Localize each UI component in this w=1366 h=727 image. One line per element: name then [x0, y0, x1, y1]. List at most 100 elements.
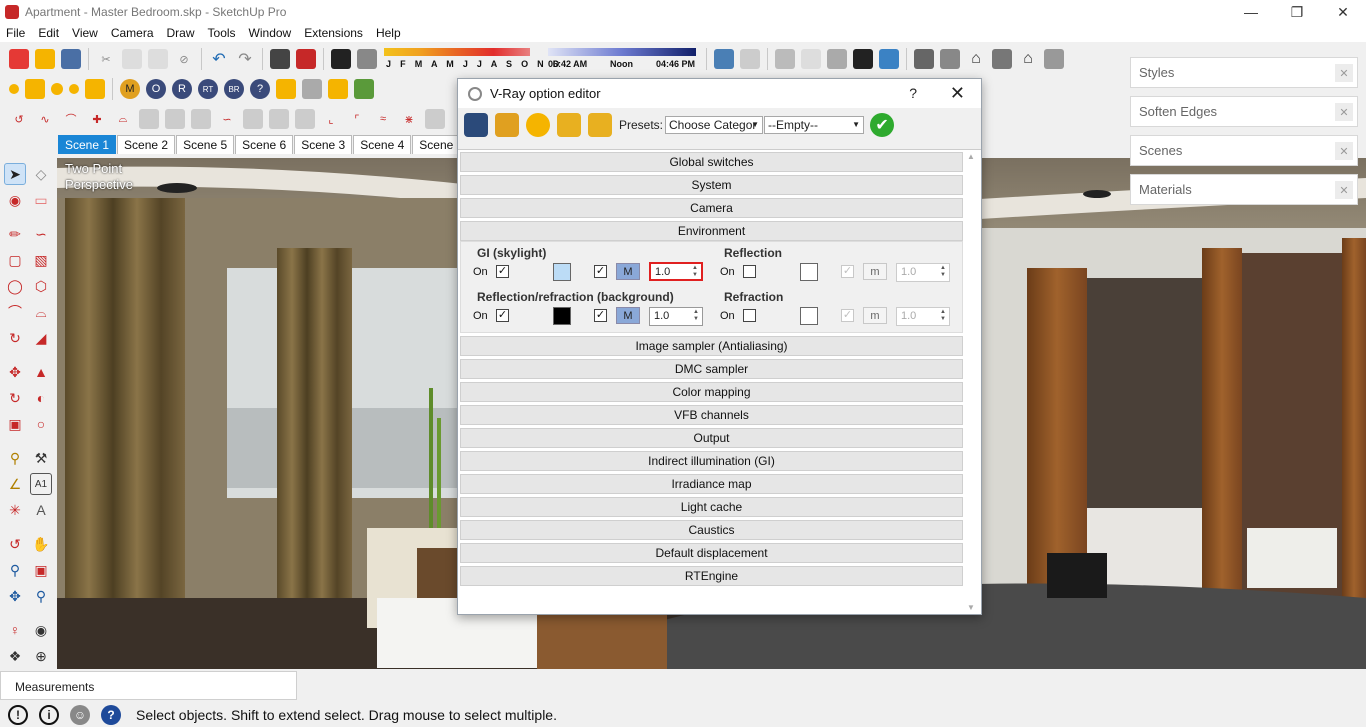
- section-color-mapping[interactable]: Color mapping: [460, 382, 963, 402]
- tab-scene-6[interactable]: Scene 6: [235, 135, 294, 154]
- catenary-icon[interactable]: ⋇: [399, 109, 419, 129]
- fog-icon[interactable]: [357, 49, 377, 69]
- arc-3-icon[interactable]: ↻: [4, 327, 26, 349]
- extension-icon[interactable]: [1044, 49, 1064, 69]
- section-output[interactable]: Output: [460, 428, 963, 448]
- time-slider[interactable]: 06:42 AM Noon 04:46 PM: [548, 46, 698, 72]
- scroll-up-icon[interactable]: ▲: [967, 152, 975, 161]
- section-light-cache[interactable]: Light cache: [460, 497, 963, 517]
- reset-options-icon[interactable]: [526, 113, 550, 137]
- panel-soften-edges[interactable]: Soften Edges ✕: [1130, 96, 1358, 127]
- textured-icon[interactable]: [879, 49, 899, 69]
- panel-styles-close-icon[interactable]: ✕: [1335, 64, 1353, 82]
- text-tool-icon[interactable]: A1: [30, 473, 52, 495]
- panel-materials-close-icon[interactable]: ✕: [1335, 181, 1353, 199]
- vray-light-icon[interactable]: [9, 84, 19, 94]
- gi-map-button[interactable]: M: [616, 263, 640, 280]
- section-caustics[interactable]: Caustics: [460, 520, 963, 540]
- wireframe-icon[interactable]: [801, 49, 821, 69]
- section-camera[interactable]: Camera: [460, 198, 963, 218]
- tube-icon[interactable]: [295, 109, 315, 129]
- gi-map-checkbox[interactable]: ✓: [594, 265, 607, 278]
- rotate-icon[interactable]: ↻: [4, 387, 26, 409]
- eraser-icon[interactable]: ▭: [30, 189, 52, 211]
- fillet-icon[interactable]: ⌓: [113, 109, 133, 129]
- section-vfb-channels[interactable]: VFB channels: [460, 405, 963, 425]
- tab-scene-4[interactable]: Scene 4: [353, 135, 412, 154]
- section-global-switches[interactable]: Global switches: [460, 152, 963, 172]
- preset-select[interactable]: --Empty-- ▼: [764, 116, 865, 134]
- panel-materials[interactable]: Materials ✕: [1130, 174, 1358, 205]
- vray-spot-icon[interactable]: [25, 79, 45, 99]
- section-image-sampler[interactable]: Image sampler (Antialiasing): [460, 336, 963, 356]
- 3d-text-icon[interactable]: A: [30, 499, 52, 521]
- circle-icon[interactable]: ◯: [4, 275, 26, 297]
- menu-extensions[interactable]: Extensions: [304, 26, 363, 40]
- dialog-title-bar[interactable]: V-Ray option editor ? ✕: [458, 79, 981, 108]
- weld-icon[interactable]: ∽: [217, 109, 237, 129]
- dimension-icon[interactable]: ⚒: [30, 447, 52, 469]
- zoom-icon[interactable]: ⚲: [4, 559, 26, 581]
- tab-scene-3[interactable]: Scene 3: [294, 135, 353, 154]
- panel-soften-edges-close-icon[interactable]: ✕: [1335, 103, 1353, 121]
- solid-icon[interactable]: [269, 109, 289, 129]
- shadow-toggle-icon[interactable]: [331, 49, 351, 69]
- scroll-down-icon[interactable]: ▼: [967, 603, 975, 612]
- close-window-button[interactable]: ✕: [1320, 0, 1366, 24]
- menu-edit[interactable]: Edit: [38, 26, 59, 40]
- reflrefr-intensity-spinner[interactable]: 1.0 ▲ ▼: [649, 307, 703, 326]
- select-tool-icon[interactable]: ➤: [4, 163, 26, 185]
- menu-tools[interactable]: Tools: [208, 26, 236, 40]
- push-pull-icon[interactable]: [165, 109, 185, 129]
- gi-intensity-spinner[interactable]: 1.0 ▲ ▼: [649, 262, 703, 281]
- minimize-button[interactable]: —: [1228, 0, 1274, 24]
- gi-on-checkbox[interactable]: ✓: [496, 265, 509, 278]
- user-account-icon[interactable]: ☺: [70, 704, 90, 725]
- section-indirect-illumination[interactable]: Indirect illumination (GI): [460, 451, 963, 471]
- rotated-rectangle-icon[interactable]: ▧: [30, 249, 52, 271]
- curve-icon[interactable]: ∿: [35, 109, 55, 129]
- extrude-icon[interactable]: [139, 109, 159, 129]
- arc-2-icon[interactable]: ⌓: [30, 301, 52, 323]
- save-preset-icon[interactable]: [557, 113, 581, 137]
- reflection-color-swatch[interactable]: [800, 263, 818, 281]
- house-icon[interactable]: ⌂: [966, 49, 986, 69]
- menu-draw[interactable]: Draw: [167, 26, 195, 40]
- polyline-icon[interactable]: ⌜: [347, 109, 367, 129]
- section-system[interactable]: System: [460, 175, 963, 195]
- tab-scene-5[interactable]: Scene 5: [176, 135, 235, 154]
- look-around-icon[interactable]: ◉: [30, 619, 52, 641]
- vray-help-icon[interactable]: ?: [250, 79, 270, 99]
- copy-icon[interactable]: [122, 49, 142, 69]
- house-3-icon[interactable]: ⌂: [1018, 49, 1038, 69]
- line-tool-icon[interactable]: ✚: [87, 109, 107, 129]
- panel-styles[interactable]: Styles ✕: [1130, 57, 1358, 88]
- warehouse-icon[interactable]: [914, 49, 934, 69]
- move-icon[interactable]: ✥: [4, 361, 26, 383]
- open-icon[interactable]: [35, 49, 55, 69]
- walk-icon[interactable]: ❖: [4, 645, 26, 667]
- gi-color-swatch[interactable]: [553, 263, 571, 281]
- undo-icon[interactable]: ↶: [209, 49, 229, 69]
- position-camera-icon[interactable]: ♀: [4, 619, 26, 641]
- paste-icon[interactable]: [148, 49, 168, 69]
- section-default-displacement[interactable]: Default displacement: [460, 543, 963, 563]
- refraction-color-swatch[interactable]: [800, 307, 818, 325]
- offset-tool-icon[interactable]: ○: [30, 413, 52, 435]
- dialog-close-button[interactable]: ✕: [950, 83, 965, 104]
- reflrefr-map-checkbox[interactable]: ✓: [594, 309, 607, 322]
- reflrefr-spin-arrows-icon[interactable]: ▲ ▼: [691, 309, 701, 324]
- zoom-window-icon[interactable]: ▣: [30, 559, 52, 581]
- xray-icon[interactable]: [775, 49, 795, 69]
- load-preset-icon[interactable]: [588, 113, 612, 137]
- redo-icon[interactable]: ↷: [235, 49, 255, 69]
- offset-icon[interactable]: [425, 109, 445, 129]
- vray-fur-icon[interactable]: [354, 79, 374, 99]
- pan-icon[interactable]: ✋: [30, 533, 52, 555]
- section-irradiance-map[interactable]: Irradiance map: [460, 474, 963, 494]
- shape-bender-icon[interactable]: [191, 109, 211, 129]
- push-pull-tool-icon[interactable]: ▲: [30, 361, 52, 383]
- menu-window[interactable]: Window: [249, 26, 292, 40]
- cut-icon[interactable]: ✂: [96, 49, 116, 69]
- panel-scenes[interactable]: Scenes ✕: [1130, 135, 1358, 166]
